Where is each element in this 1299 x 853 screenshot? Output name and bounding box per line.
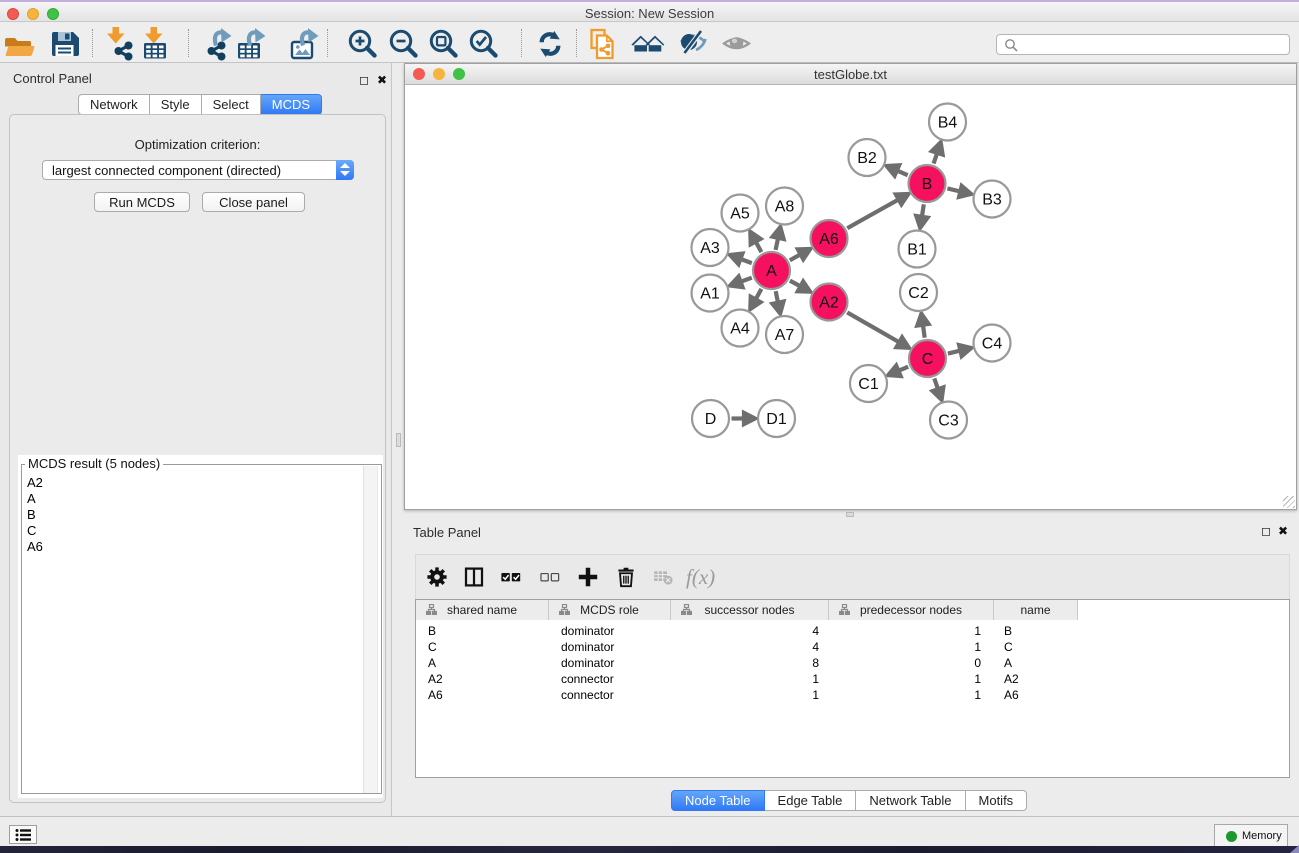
svg-text:D: D [705, 411, 717, 428]
svg-text:C: C [922, 351, 934, 368]
svg-text:C2: C2 [908, 285, 929, 302]
svg-text:B1: B1 [907, 242, 927, 259]
svg-text:B3: B3 [982, 192, 1002, 209]
svg-text:A7: A7 [775, 327, 795, 344]
svg-text:C1: C1 [858, 376, 879, 393]
svg-text:B4: B4 [938, 115, 958, 132]
svg-text:A: A [766, 263, 777, 280]
svg-text:A5: A5 [730, 206, 750, 223]
svg-text:C4: C4 [982, 336, 1003, 353]
svg-text:A8: A8 [775, 199, 795, 216]
svg-text:B: B [922, 176, 933, 193]
svg-text:D1: D1 [766, 411, 787, 428]
svg-text:B2: B2 [857, 150, 877, 167]
svg-text:A3: A3 [700, 240, 720, 257]
svg-text:A4: A4 [730, 321, 750, 338]
svg-text:A1: A1 [700, 286, 720, 303]
svg-text:A2: A2 [819, 295, 839, 312]
svg-text:C3: C3 [938, 413, 959, 430]
svg-text:A6: A6 [819, 231, 839, 248]
